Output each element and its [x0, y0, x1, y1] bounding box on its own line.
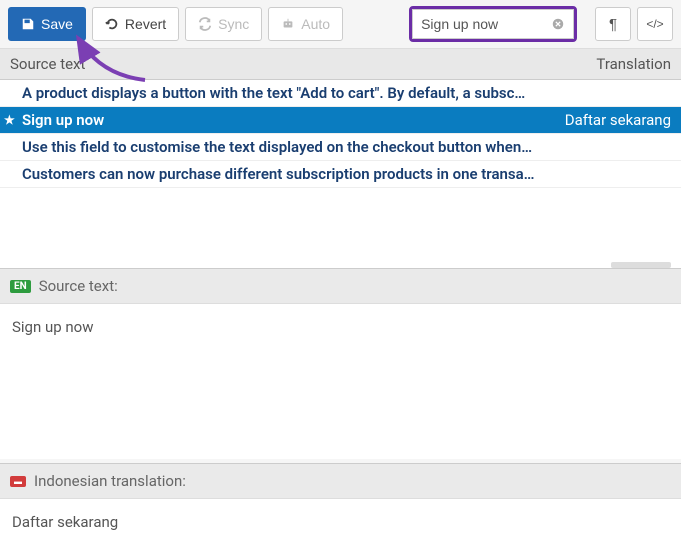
rows-list: A product displays a button with the tex…: [0, 80, 681, 188]
translation-text-value: Daftar sekarang: [12, 513, 118, 531]
columns-header: Source text Translation: [0, 49, 681, 80]
column-translation-label: Translation: [561, 55, 671, 73]
table-row[interactable]: Use this field to customise the text dis…: [0, 134, 681, 161]
clear-search-icon[interactable]: [543, 10, 573, 38]
lang-badge-id: ▬: [10, 476, 26, 487]
translation-pane-header: ▬ Indonesian translation:: [0, 463, 681, 499]
pilcrow-button[interactable]: ¶: [595, 7, 631, 41]
source-pane-header: EN Source text:: [0, 268, 681, 304]
code-view-button[interactable]: </>: [637, 7, 673, 41]
star-icon: ★: [4, 113, 15, 127]
translation-pane-body[interactable]: Daftar sekarang: [0, 499, 681, 545]
save-label: Save: [41, 16, 73, 32]
search-field-wrap: [412, 9, 574, 39]
robot-icon: [281, 17, 295, 31]
translation-pane-label: Indonesian translation:: [34, 472, 186, 490]
sync-button[interactable]: Sync: [185, 7, 262, 41]
auto-button[interactable]: Auto: [268, 7, 343, 41]
source-pane-body: Sign up now: [0, 304, 681, 459]
lang-badge-en: EN: [10, 280, 31, 293]
save-button[interactable]: Save: [8, 7, 86, 41]
auto-label: Auto: [301, 16, 330, 32]
source-pane-label: Source text:: [39, 277, 118, 295]
revert-label: Revert: [125, 16, 166, 32]
table-row[interactable]: ★ Sign up now Daftar sekarang: [0, 107, 681, 134]
blank-area: [0, 188, 681, 268]
row-translation: Daftar sekarang: [565, 111, 671, 129]
row-source: Use this field to customise the text dis…: [22, 138, 532, 156]
pilcrow-icon: ¶: [609, 16, 617, 33]
source-text-value: Sign up now: [12, 318, 94, 336]
table-row[interactable]: A product displays a button with the tex…: [0, 80, 681, 107]
sync-icon: [198, 17, 212, 31]
sync-label: Sync: [218, 16, 249, 32]
revert-icon: [105, 17, 119, 31]
row-source: A product displays a button with the tex…: [22, 84, 525, 102]
revert-button[interactable]: Revert: [92, 7, 179, 41]
row-source: Customers can now purchase different sub…: [22, 165, 535, 183]
search-input[interactable]: [413, 12, 543, 36]
row-source: Sign up now: [22, 111, 104, 129]
save-icon: [21, 17, 35, 31]
code-icon: </>: [646, 17, 663, 31]
toolbar: Save Revert Sync Auto ¶ </>: [0, 0, 681, 49]
table-row[interactable]: Customers can now purchase different sub…: [0, 161, 681, 188]
column-source-label: Source text: [10, 55, 561, 73]
search-highlight: [409, 6, 577, 42]
